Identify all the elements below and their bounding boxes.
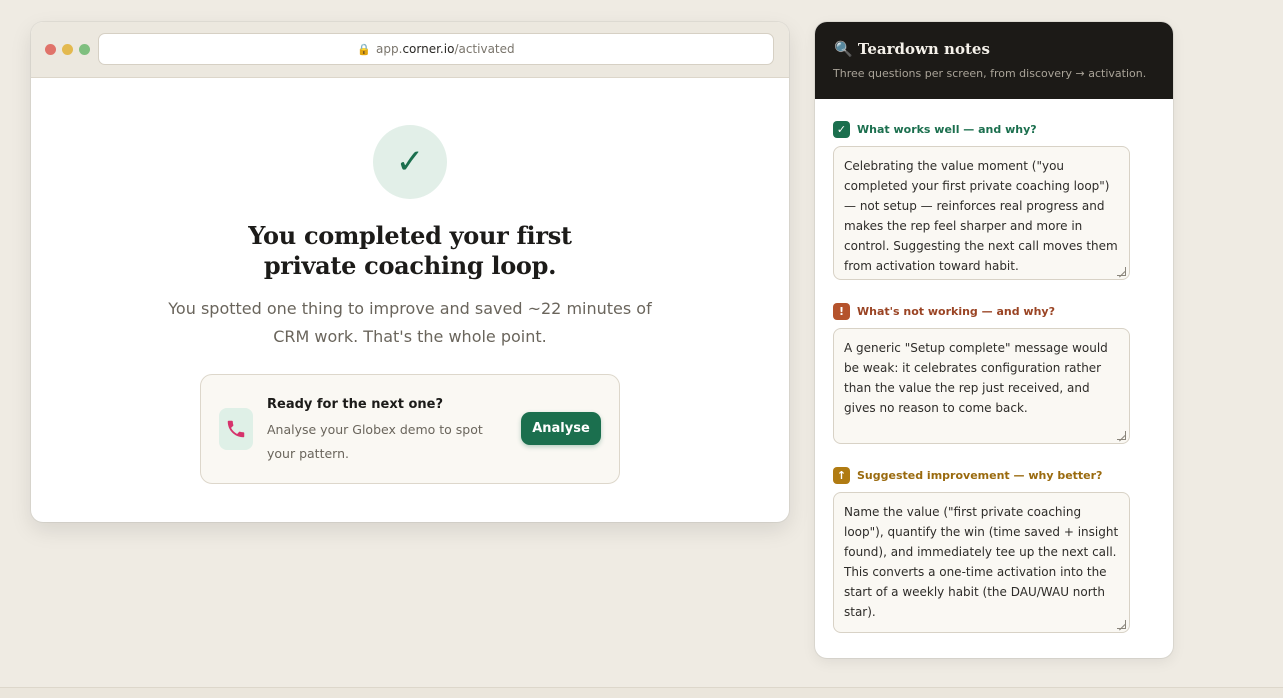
url-prefix: app. bbox=[376, 42, 403, 56]
not-working-note: A generic "Setup complete" message would… bbox=[844, 341, 1108, 415]
next-card-description: Analyse your Globex demo to spot your pa… bbox=[267, 422, 483, 461]
check-badge-icon: ✓ bbox=[833, 121, 850, 138]
browser-window: 🔒 app. corner.io/activated ✓ You complete… bbox=[31, 22, 789, 522]
panel-subtitle: Three questions per screen, from discove… bbox=[833, 67, 1147, 80]
browser-chrome: 🔒 app. corner.io/activated bbox=[31, 22, 789, 78]
arrow-up-badge-icon: ↑ bbox=[833, 467, 850, 484]
improvement-label-text: Suggested improvement — why better? bbox=[857, 469, 1103, 482]
not-working-label-text: What's not working — and why? bbox=[857, 305, 1055, 318]
headline-line-2: private coaching loop. bbox=[263, 251, 557, 280]
maximize-window-dot[interactable] bbox=[79, 44, 90, 55]
not-working-textarea[interactable]: A generic "Setup complete" message would… bbox=[833, 328, 1130, 444]
phone-icon bbox=[219, 408, 253, 450]
panel-header: 🔍 Teardown notes Three questions per scr… bbox=[815, 22, 1173, 99]
improvement-label: ↑ Suggested improvement — why better? bbox=[833, 467, 1102, 484]
lock-icon: 🔒 bbox=[357, 42, 372, 56]
page-bottom-bar bbox=[0, 687, 1283, 698]
success-subline: You spotted one thing to improve and sav… bbox=[168, 299, 652, 346]
next-step-card: Ready for the next one? Analyse your Glo… bbox=[200, 374, 620, 484]
success-check-icon: ✓ bbox=[373, 125, 447, 199]
magnifier-icon: 🔍 bbox=[834, 40, 853, 58]
works-well-note: Celebrating the value moment ("you compl… bbox=[844, 159, 1118, 273]
improvement-note: Name the value ("first private coaching … bbox=[844, 505, 1119, 619]
url-domain: corner.io bbox=[402, 42, 455, 56]
works-well-textarea[interactable]: Celebrating the value moment ("you compl… bbox=[833, 146, 1130, 280]
not-working-label: ! What's not working — and why? bbox=[833, 303, 1055, 320]
close-window-dot[interactable] bbox=[45, 44, 56, 55]
resize-handle-icon[interactable] bbox=[1117, 620, 1126, 629]
analyse-button[interactable]: Analyse bbox=[521, 412, 601, 445]
resize-handle-icon[interactable] bbox=[1117, 431, 1126, 440]
panel-title-text: Teardown notes bbox=[857, 40, 990, 58]
next-card-title: Ready for the next one? bbox=[267, 397, 443, 412]
minimize-window-dot[interactable] bbox=[62, 44, 73, 55]
teardown-notes-panel: 🔍 Teardown notes Three questions per scr… bbox=[815, 22, 1173, 658]
improvement-textarea[interactable]: Name the value ("first private coaching … bbox=[833, 492, 1130, 633]
panel-title: 🔍 Teardown notes bbox=[834, 40, 990, 58]
alert-badge-icon: ! bbox=[833, 303, 850, 320]
headline-line-1: You completed your first bbox=[248, 221, 572, 250]
works-well-label: ✓ What works well — and why? bbox=[833, 121, 1037, 138]
address-bar[interactable]: 🔒 app. corner.io/activated bbox=[98, 33, 774, 65]
resize-handle-icon[interactable] bbox=[1117, 267, 1126, 276]
works-well-label-text: What works well — and why? bbox=[857, 123, 1037, 136]
success-headline: You completed your first private coachin… bbox=[31, 221, 789, 281]
url-path: /activated bbox=[454, 42, 515, 56]
